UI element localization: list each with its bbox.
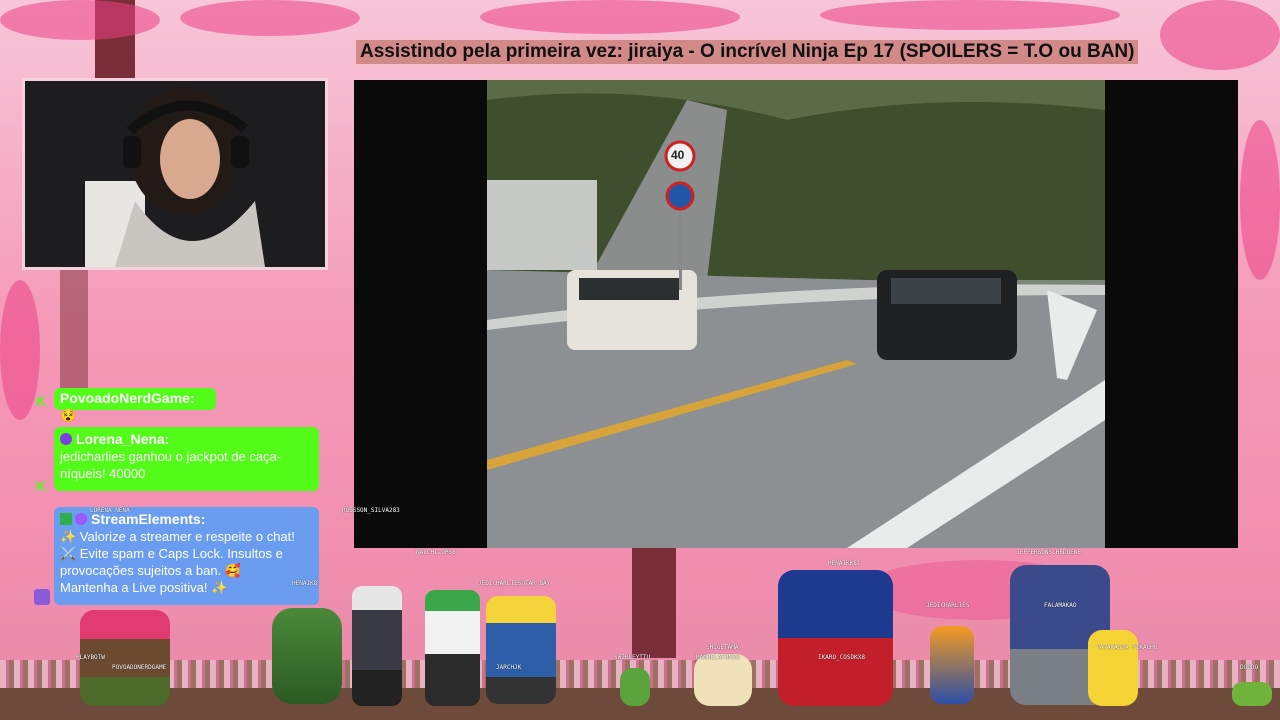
character-sprite: [425, 590, 480, 706]
chat-text-line: ✨ Valorize a streamer e respeite o chat!: [60, 529, 295, 544]
badge-icon: [60, 433, 72, 445]
kick-icon: K: [36, 478, 47, 494]
chat-text: jedicharlies ganhou o jackpot de caça-ní…: [60, 449, 282, 481]
viewer-tag: JARCHJK: [496, 664, 522, 671]
webcam-feed: [25, 81, 325, 267]
webcam-frame: [22, 78, 328, 270]
stream-title: Assistindo pela primeira vez: jiraiya - …: [356, 40, 1139, 64]
viewer-tag: JEDICHARLIES: [926, 602, 970, 609]
viewer-tag: MANOELAFONSO: [696, 654, 740, 661]
kick-icon: K: [36, 393, 47, 409]
viewer-tag: IKARO_COSDKX8: [818, 654, 865, 661]
chat-text-line: ⚔️ Evite spam e Caps Lock. Insultos e pr…: [60, 546, 283, 578]
video-scene: 40: [487, 80, 1105, 548]
character-sprite: [930, 626, 974, 704]
viewer-tag: HENAIKK81: [828, 560, 861, 567]
viewer-tag: JEDICHARLIESUTAR_BAY: [478, 580, 551, 587]
viewer-tag: PLAYBOTW: [76, 654, 105, 661]
emote-icon: 😵: [60, 408, 77, 423]
verified-badge-icon: [75, 513, 87, 525]
viewer-tag: ROBSSON_SILVA283: [342, 507, 400, 514]
character-sprite: [620, 668, 650, 706]
character-sprite: [486, 596, 556, 704]
viewer-tag: FALAMAKAO: [1044, 602, 1077, 609]
viewer-tag: POVOADONERDGAME: [112, 664, 167, 671]
chat-message: PovoadoNerdGame: 😵: [54, 388, 216, 423]
character-sprite: [1088, 630, 1138, 706]
video-player[interactable]: 40: [354, 80, 1238, 548]
character-sprite: [272, 608, 342, 704]
viewer-tag: TATAKASSA PIKACHU: [1096, 644, 1158, 651]
mod-badge-icon: [60, 513, 72, 525]
chat-text-line: Mantenha a Live positiva! ✨: [60, 580, 228, 595]
viewer-tag: SWIBLEYTTU: [614, 654, 651, 661]
character-sprite: [778, 570, 893, 706]
speed-sign-text: 40: [671, 148, 685, 162]
chat-message: Lorena_Nena: jedicharlies ganhou o jackp…: [54, 427, 319, 491]
viewer-tag: NALCHI-OPS8: [416, 549, 456, 556]
character-sprite: [694, 654, 752, 706]
chat-message: StreamElements: ✨ Valorize a streamer e …: [54, 507, 319, 605]
viewer-tag: DODDO: [1240, 664, 1259, 671]
chat-username: Lorena_Nena:: [76, 431, 170, 447]
character-sprite: [352, 586, 402, 706]
twitch-icon: [34, 589, 50, 605]
character-sprite: [1232, 682, 1272, 706]
viewer-tag: SHIGETAMA: [706, 644, 739, 651]
viewer-tag: LORENA_NENA: [90, 507, 130, 514]
viewer-tag: JEFFERSONSCHEDUENE: [1016, 549, 1082, 556]
viewer-tag: HENAIK8: [292, 580, 318, 587]
chat-username: PovoadoNerdGame:: [60, 390, 195, 406]
